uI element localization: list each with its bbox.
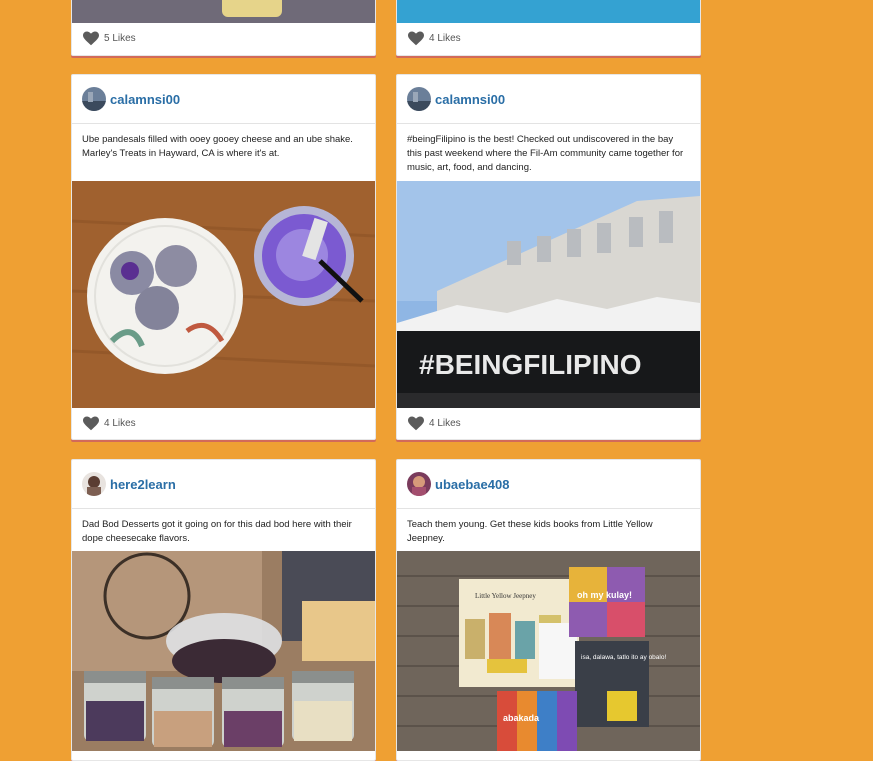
post-card: ubaebae408 Teach them young. Get these k… xyxy=(396,459,701,761)
post-caption: #beingFilipino is the best! Checked out … xyxy=(407,134,684,173)
username-link[interactable]: ubaebae408 xyxy=(435,477,509,492)
post-footer: 5 Likes xyxy=(72,23,375,53)
username-link[interactable]: calamnsi00 xyxy=(435,92,505,107)
post-header: here2learn xyxy=(72,460,375,509)
heart-icon xyxy=(83,416,99,431)
likes-count: 4 Likes xyxy=(104,417,136,429)
post-footer: 4 Likes xyxy=(397,23,700,53)
book-title: Little Yellow Jeepney xyxy=(475,592,536,600)
book-title: abakada xyxy=(503,713,540,723)
like-button[interactable]: 4 Likes xyxy=(407,415,461,431)
post-photo[interactable]: Little Yellow Jeepney oh my kulay! isa, … xyxy=(397,551,700,751)
avatar[interactable] xyxy=(407,87,431,111)
avatar[interactable] xyxy=(82,472,106,496)
like-button[interactable]: 5 Likes xyxy=(82,30,136,46)
likes-count: 4 Likes xyxy=(429,32,461,44)
post-card: 4 Likes xyxy=(396,0,701,56)
likes-count: 4 Likes xyxy=(429,417,461,429)
post-footer: 4 Likes xyxy=(397,408,700,438)
post-photo[interactable]: #BEINGFILIPINO xyxy=(397,181,700,408)
username-link[interactable]: calamnsi00 xyxy=(110,92,180,107)
post-photo[interactable] xyxy=(72,0,375,23)
post-header: ubaebae408 xyxy=(397,460,700,509)
heart-icon xyxy=(408,416,424,431)
post-photo[interactable] xyxy=(397,0,700,23)
post-header: calamnsi00 xyxy=(72,75,375,124)
banner-text: #BEINGFILIPINO xyxy=(419,349,641,380)
book-title: oh my kulay! xyxy=(577,590,632,600)
book-title: isa, dalawa, tatlo ito ay obalo! xyxy=(581,654,666,661)
post-photo[interactable] xyxy=(72,181,375,408)
post-caption: Dad Bod Desserts got it going on for thi… xyxy=(82,519,352,544)
heart-icon xyxy=(83,31,99,46)
post-card: here2learn Dad Bod Desserts got it going… xyxy=(71,459,376,761)
likes-count: 5 Likes xyxy=(104,32,136,44)
post-caption: Teach them young. Get these kids books f… xyxy=(407,519,653,544)
post-card: 5 Likes xyxy=(71,0,376,56)
like-button[interactable]: 4 Likes xyxy=(407,30,461,46)
post-photo[interactable] xyxy=(72,551,375,751)
post-card: calamnsi00 Ube pandesals filled with ooe… xyxy=(71,74,376,440)
heart-icon xyxy=(408,31,424,46)
avatar[interactable] xyxy=(407,472,431,496)
post-caption: Ube pandesals filled with ooey gooey che… xyxy=(82,134,353,159)
post-card: calamnsi00 #beingFilipino is the best! C… xyxy=(396,74,701,440)
username-link[interactable]: here2learn xyxy=(110,477,176,492)
like-button[interactable]: 4 Likes xyxy=(82,415,136,431)
post-footer: 4 Likes xyxy=(72,408,375,438)
post-header: calamnsi00 xyxy=(397,75,700,124)
avatar[interactable] xyxy=(82,87,106,111)
